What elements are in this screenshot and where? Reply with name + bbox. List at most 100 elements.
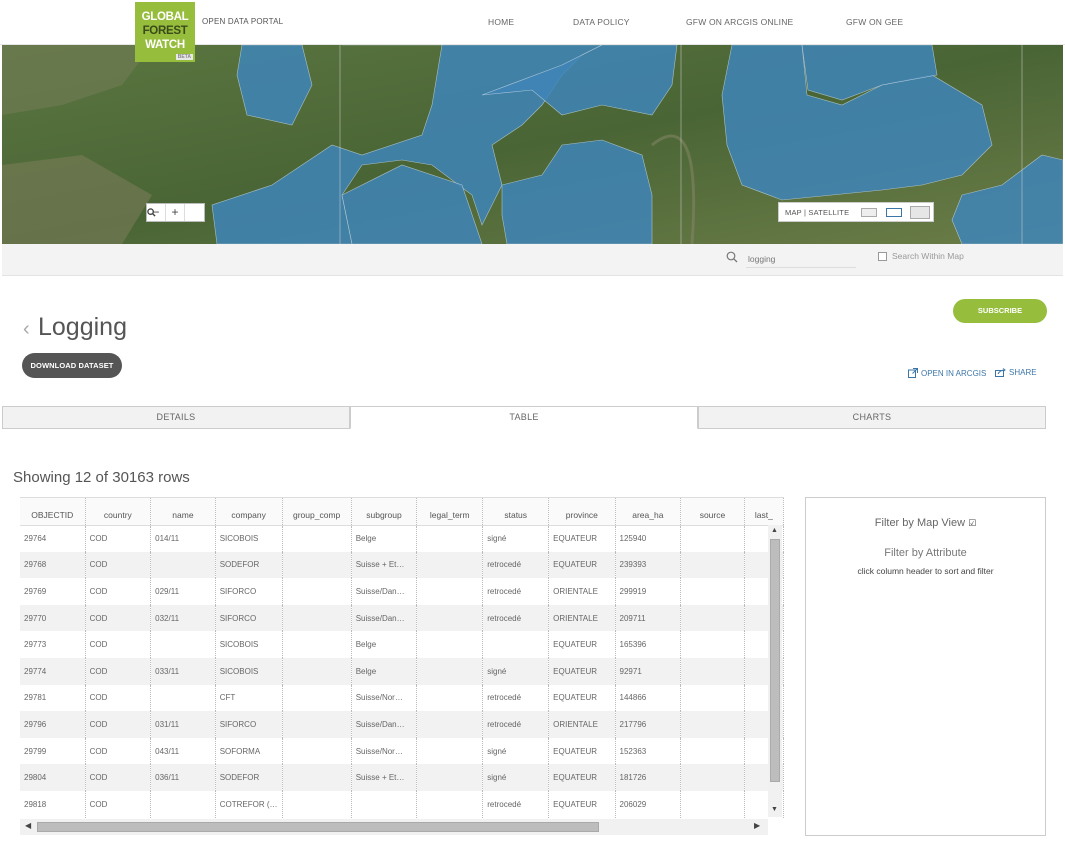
table-cell: 29818 — [20, 790, 86, 818]
nav-gfw-arcgis-online[interactable]: GFW ON ARCGIS ONLINE — [686, 17, 793, 27]
table-cell: 217796 — [615, 711, 682, 738]
table-cell: 29764 — [20, 525, 86, 552]
table-cell: 29770 — [20, 604, 86, 632]
vertical-scroll-thumb[interactable] — [770, 539, 780, 782]
column-header[interactable]: source — [680, 498, 745, 526]
table-cell: 181726 — [615, 764, 682, 791]
tab-charts[interactable]: CHARTS — [698, 406, 1046, 429]
table-cell: ORIENTALE — [548, 578, 616, 605]
table-cell: COD — [85, 737, 152, 765]
column-header[interactable]: subgroup — [351, 498, 418, 526]
scroll-up-arrow-icon[interactable]: ▲ — [771, 527, 778, 534]
back-chevron-icon[interactable]: ‹ — [23, 318, 30, 341]
share-icon — [995, 368, 1006, 377]
table-row[interactable]: 29818 COD COTREFOR (… retrocedé EQUATEUR 2060… — [20, 790, 784, 818]
table-cell: SICOBOIS — [215, 657, 283, 685]
vertical-scrollbar[interactable]: ▲ ▼ — [768, 525, 782, 817]
column-header[interactable]: country — [85, 498, 152, 526]
table-cell: ORIENTALE — [548, 604, 616, 632]
zoom-search-button[interactable] — [147, 204, 204, 221]
table-cell: 036/11 — [150, 764, 216, 791]
column-header[interactable]: area_ha — [615, 498, 682, 526]
download-dataset-button[interactable]: DOWNLOAD DATASET — [22, 353, 122, 378]
table-cell: 125940 — [615, 525, 682, 552]
scroll-down-arrow-icon[interactable]: ▼ — [771, 806, 778, 813]
satellite-map[interactable]: − + MAP | SATELLITE — [2, 45, 1063, 244]
horizontal-scrollbar[interactable]: ◀ ▶ — [20, 819, 768, 835]
table-row[interactable]: 29774 COD 033/11 SICOBOIS Belge signé EQUATEUR… — [20, 657, 784, 685]
column-header[interactable]: name — [150, 498, 216, 526]
table-cell — [150, 551, 216, 579]
table-row[interactable]: 29773 COD SICOBOIS Belge EQUATEUR 165396 — [20, 631, 784, 658]
filter-by-map-view[interactable]: Filter by Map View ☑ — [806, 517, 1045, 529]
table-cell: COD — [85, 657, 152, 685]
table-cell: SIFORCO — [215, 711, 283, 738]
tab-details[interactable]: DETAILS — [2, 406, 350, 429]
table-cell: EQUATEUR — [548, 790, 616, 818]
tab-table[interactable]: TABLE — [350, 406, 698, 429]
table-cell: Belge — [351, 631, 418, 658]
column-header[interactable]: OBJECTID — [20, 498, 86, 526]
horizontal-scroll-thumb[interactable] — [37, 822, 599, 832]
table-cell: COD — [85, 525, 152, 552]
table-cell — [282, 525, 352, 552]
table-cell: 033/11 — [150, 657, 216, 685]
column-header[interactable]: legal_term — [416, 498, 484, 526]
table-cell: Belge — [351, 657, 418, 685]
column-header[interactable]: last_ — [744, 498, 784, 526]
table-cell: 29781 — [20, 684, 86, 712]
table-cell: 92971 — [615, 657, 682, 685]
table-cell — [282, 684, 352, 712]
search-within-map-toggle[interactable]: Search Within Map — [878, 251, 964, 261]
basemap-satellite-swatch[interactable] — [886, 208, 902, 217]
table-cell — [150, 790, 216, 818]
scroll-right-arrow-icon[interactable]: ▶ — [754, 821, 760, 830]
table-cell — [680, 764, 745, 791]
table-cell: signé — [482, 525, 550, 552]
table-cell: 043/11 — [150, 737, 216, 765]
nav-gfw-on-gee[interactable]: GFW ON GEE — [846, 17, 903, 27]
gfw-logo[interactable]: GLOBAL FOREST WATCH BETA — [135, 2, 195, 62]
scroll-left-arrow-icon[interactable]: ◀ — [25, 821, 31, 830]
table-cell: signé — [482, 657, 550, 685]
table-row[interactable]: 29768 COD SODEFOR Suisse + Et… retrocedé EQUA… — [20, 551, 784, 579]
beta-badge: BETA — [175, 54, 193, 60]
basemap-map-swatch[interactable] — [861, 208, 877, 217]
table-row[interactable]: 29781 COD CFT Suisse/Nor… retrocedé EQUATEUR 1… — [20, 684, 784, 712]
table-cell: EQUATEUR — [548, 631, 616, 658]
search-input[interactable] — [746, 250, 856, 268]
table-row[interactable]: 29796 COD 031/11 SIFORCO Suisse/Dan… retroced… — [20, 711, 784, 738]
table-row[interactable]: 29764 COD 014/11 SICOBOIS Belge signé EQUATEUR… — [20, 525, 784, 552]
column-header[interactable]: status — [482, 498, 550, 526]
table-cell: 014/11 — [150, 525, 216, 552]
column-header[interactable]: province — [548, 498, 616, 526]
nav-home[interactable]: HOME — [488, 17, 514, 27]
portal-label: OPEN DATA PORTAL — [202, 17, 284, 26]
table-cell: Suisse/Nor… — [351, 737, 418, 765]
dataset-tabs: DETAILS TABLE CHARTS — [2, 406, 1046, 429]
open-in-arcgis-link[interactable]: OPEN IN ARCGIS — [908, 368, 986, 378]
share-link[interactable]: SHARE — [995, 368, 1037, 377]
table-row[interactable]: 29804 COD 036/11 SODEFOR Suisse + Et… signé EQ… — [20, 764, 784, 791]
external-link-icon — [908, 368, 918, 378]
column-header[interactable]: company — [215, 498, 283, 526]
basemap-light-swatch[interactable] — [910, 206, 930, 219]
table-cell — [416, 737, 484, 765]
table-cell: 031/11 — [150, 711, 216, 738]
table-cell — [416, 551, 484, 579]
nav-data-policy[interactable]: DATA POLICY — [573, 17, 630, 27]
subscribe-button[interactable]: SUBSCRIBE — [953, 299, 1047, 323]
table-cell: signé — [482, 764, 550, 791]
magnifier-icon — [147, 208, 156, 217]
zoom-in-button[interactable]: + — [166, 204, 185, 221]
table-row[interactable]: 29770 COD 032/11 SIFORCO Suisse/Dan… retroced… — [20, 604, 784, 632]
table-cell: COD — [85, 604, 152, 632]
table-row[interactable]: 29769 COD 029/11 SIFORCO Suisse/Dan… retroced… — [20, 578, 784, 605]
checkbox-checked-icon[interactable]: ☑ — [968, 518, 976, 529]
search-within-map-checkbox[interactable] — [878, 251, 887, 261]
table-cell — [416, 790, 484, 818]
table-row[interactable]: 29799 COD 043/11 SOFORMA Suisse/Nor… signé EQU… — [20, 737, 784, 765]
table-cell: CFT — [215, 684, 283, 712]
column-header[interactable]: group_comp — [282, 498, 352, 526]
table-cell: 29769 — [20, 578, 86, 605]
